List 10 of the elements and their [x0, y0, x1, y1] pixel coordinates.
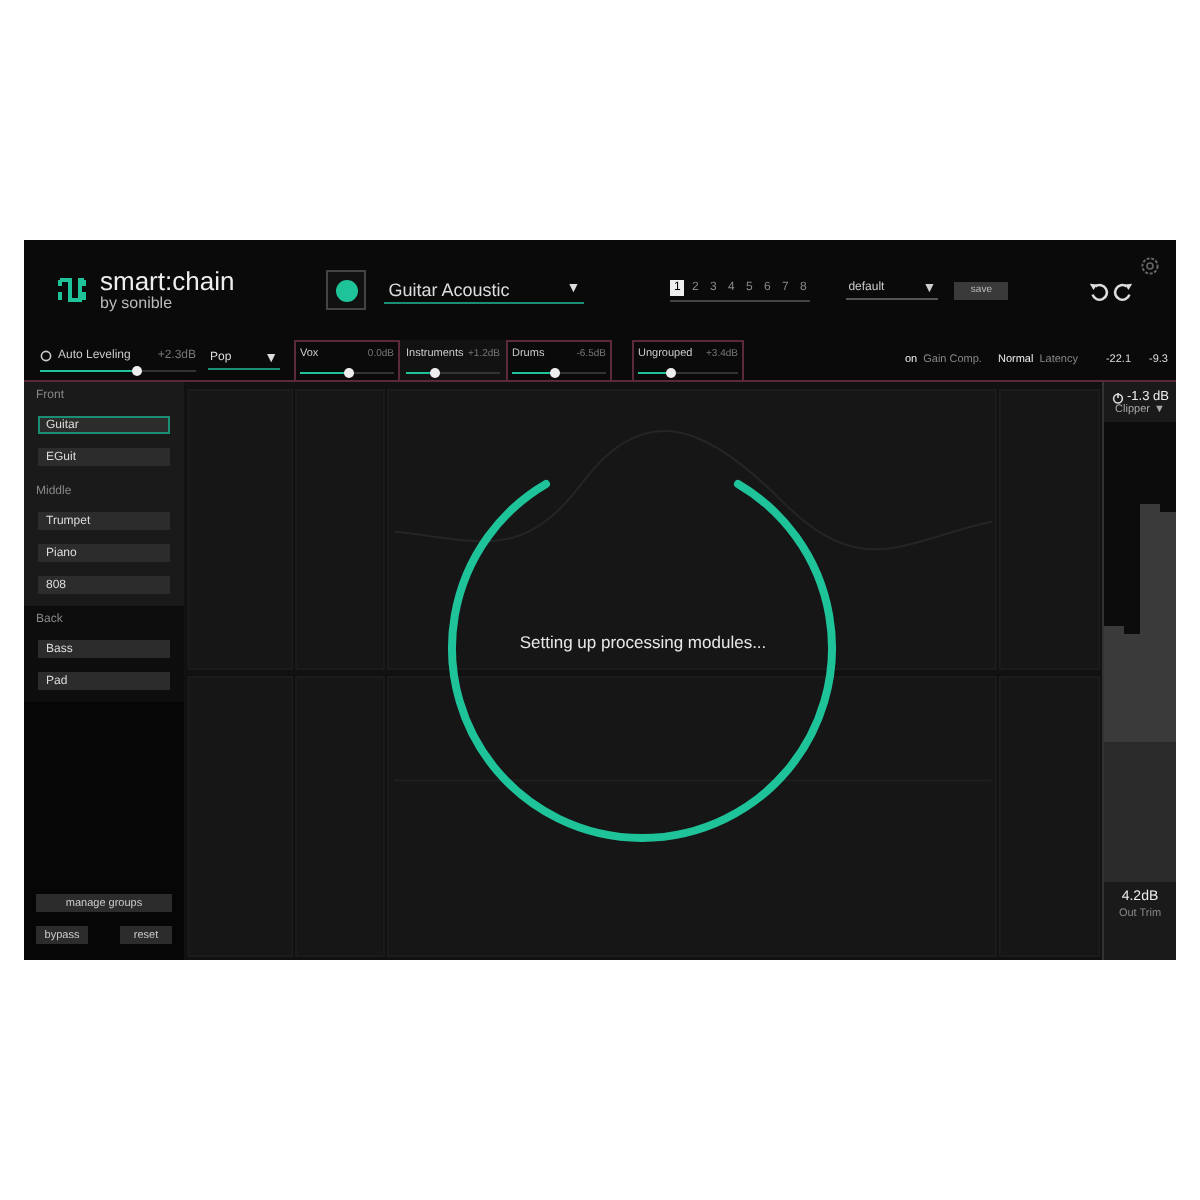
- undo-icon[interactable]: [1088, 279, 1111, 301]
- settings-icon[interactable]: [1140, 256, 1160, 276]
- power-icon[interactable]: [40, 349, 52, 361]
- logo-byline: by sonible: [100, 293, 175, 313]
- loading-message: Setting up processing modules...: [517, 632, 769, 652]
- record-button[interactable]: [326, 270, 367, 310]
- logo-name: smart:chain: [100, 267, 235, 293]
- logo-icon: [56, 274, 88, 306]
- redo-icon[interactable]: [1112, 279, 1135, 301]
- power-icon[interactable]: [1111, 391, 1124, 403]
